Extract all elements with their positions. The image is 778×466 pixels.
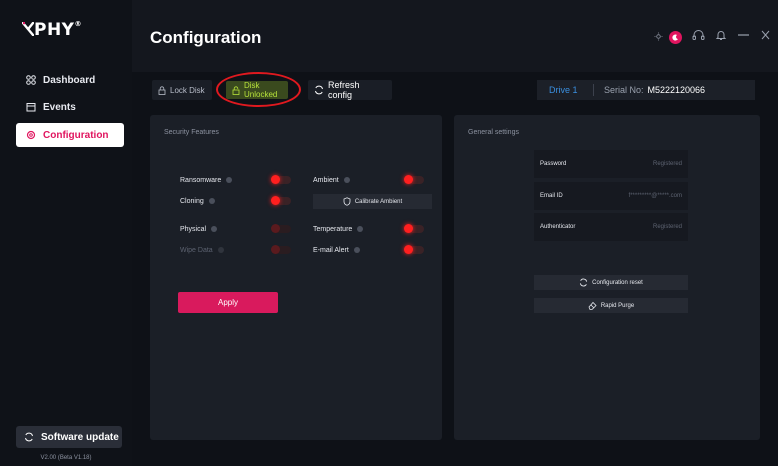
feature-ambient: Ambient — [313, 174, 350, 186]
feature-temperature: Temperature — [313, 223, 364, 235]
theme-toggle[interactable] — [654, 28, 682, 46]
wipe-data-toggle — [271, 245, 291, 254]
panel-title: Security Features — [164, 129, 219, 136]
refresh-icon — [24, 432, 34, 442]
cloning-toggle[interactable] — [271, 196, 291, 205]
headset-icon[interactable] — [692, 28, 705, 46]
field-label: Password — [540, 161, 567, 167]
email-alert-toggle[interactable] — [404, 245, 424, 254]
minimize-icon[interactable] — [737, 28, 750, 46]
feature-label: Physical — [180, 225, 207, 233]
sidebar-item-label: Dashboard — [43, 74, 96, 86]
lock-disk-label: Lock Disk — [170, 85, 205, 95]
info-icon[interactable] — [353, 247, 360, 253]
logo-mark-icon — [21, 21, 35, 37]
field-label: Email ID — [540, 193, 563, 199]
gear-icon — [26, 130, 36, 140]
rapid-purge-label: Rapid Purge — [600, 302, 635, 309]
calibrate-ambient-button[interactable]: Calibrate Ambient — [313, 194, 432, 209]
password-field[interactable]: Password Registered — [534, 150, 688, 178]
drive-selector[interactable]: Drive 1 Serial No: M5222120066 — [537, 80, 755, 100]
drive-label: Drive 1 — [549, 85, 578, 95]
physical-toggle[interactable] — [271, 224, 291, 233]
serial-value: M5222120066 — [647, 85, 706, 95]
sidebar-item-configuration[interactable]: Configuration — [16, 123, 124, 147]
highlight-circle — [216, 72, 301, 107]
moon-icon — [669, 30, 682, 44]
page-title: Configuration — [150, 28, 262, 47]
shield-icon — [343, 197, 351, 206]
bell-icon[interactable] — [715, 28, 727, 46]
apply-button[interactable]: Apply — [178, 292, 278, 313]
version-text: V2.00 (Beta V1.18) — [40, 455, 92, 461]
lock-disk-button[interactable]: Lock Disk — [152, 80, 212, 100]
feature-label: Cloning — [180, 197, 204, 205]
field-value: Registered — [652, 161, 682, 167]
refresh-icon — [579, 278, 588, 287]
app-logo: PHY® — [21, 20, 82, 40]
window-controls — [654, 28, 770, 46]
feature-label: Ransomware — [180, 176, 222, 184]
panel-title: General settings — [468, 129, 519, 136]
configuration-reset-label: Configuration reset — [592, 279, 643, 286]
email-field[interactable]: Email ID f*********@*****.com — [534, 182, 688, 210]
field-value: Registered — [652, 224, 682, 230]
info-icon[interactable] — [343, 177, 350, 183]
feature-label: Wipe Data — [180, 246, 213, 254]
info-icon[interactable] — [211, 226, 218, 232]
sidebar-item-events[interactable]: Events — [16, 95, 124, 119]
ambient-toggle[interactable] — [404, 175, 424, 184]
software-update-button[interactable]: Software update — [16, 426, 122, 448]
lock-icon — [158, 85, 166, 95]
feature-cloning: Cloning — [180, 195, 215, 207]
serial-label: Serial No: — [604, 85, 644, 95]
feature-label: Ambient — [313, 176, 339, 184]
feature-email-alert: E-mail Alert — [313, 244, 360, 256]
calibrate-ambient-label: Calibrate Ambient — [354, 198, 403, 205]
feature-label: E-mail Alert — [313, 246, 349, 254]
sidebar-item-dashboard[interactable]: Dashboard — [16, 68, 124, 92]
calendar-icon — [26, 102, 36, 112]
feature-label: Temperature — [313, 225, 353, 233]
rapid-purge-button[interactable]: Rapid Purge — [534, 298, 688, 313]
ransomware-toggle[interactable] — [271, 175, 291, 184]
sun-icon — [654, 28, 663, 46]
feature-ransomware: Ransomware — [180, 174, 233, 186]
close-icon[interactable] — [760, 28, 770, 46]
field-value: f*********@*****.com — [628, 193, 682, 199]
authenticator-field[interactable]: Authenticator Registered — [534, 213, 688, 241]
configuration-reset-button[interactable]: Configuration reset — [534, 275, 688, 290]
temperature-toggle[interactable] — [404, 224, 424, 233]
info-icon[interactable] — [208, 198, 215, 204]
info-icon — [217, 247, 224, 253]
sidebar-item-label: Configuration — [43, 129, 109, 141]
software-update-label: Software update — [41, 431, 119, 443]
eraser-icon — [588, 301, 597, 310]
info-icon[interactable] — [357, 226, 364, 232]
refresh-config-label: Refresh config — [328, 80, 360, 100]
feature-wipe-data: Wipe Data — [180, 244, 224, 256]
sidebar-item-label: Events — [43, 101, 76, 113]
security-features-panel: Security Features — [150, 115, 442, 440]
field-label: Authenticator — [540, 224, 576, 230]
refresh-config-button[interactable]: Refresh config — [308, 80, 392, 100]
info-icon[interactable] — [226, 177, 233, 183]
divider — [593, 84, 594, 96]
grid-icon — [26, 75, 36, 85]
refresh-icon — [314, 85, 324, 95]
feature-physical: Physical — [180, 223, 218, 235]
